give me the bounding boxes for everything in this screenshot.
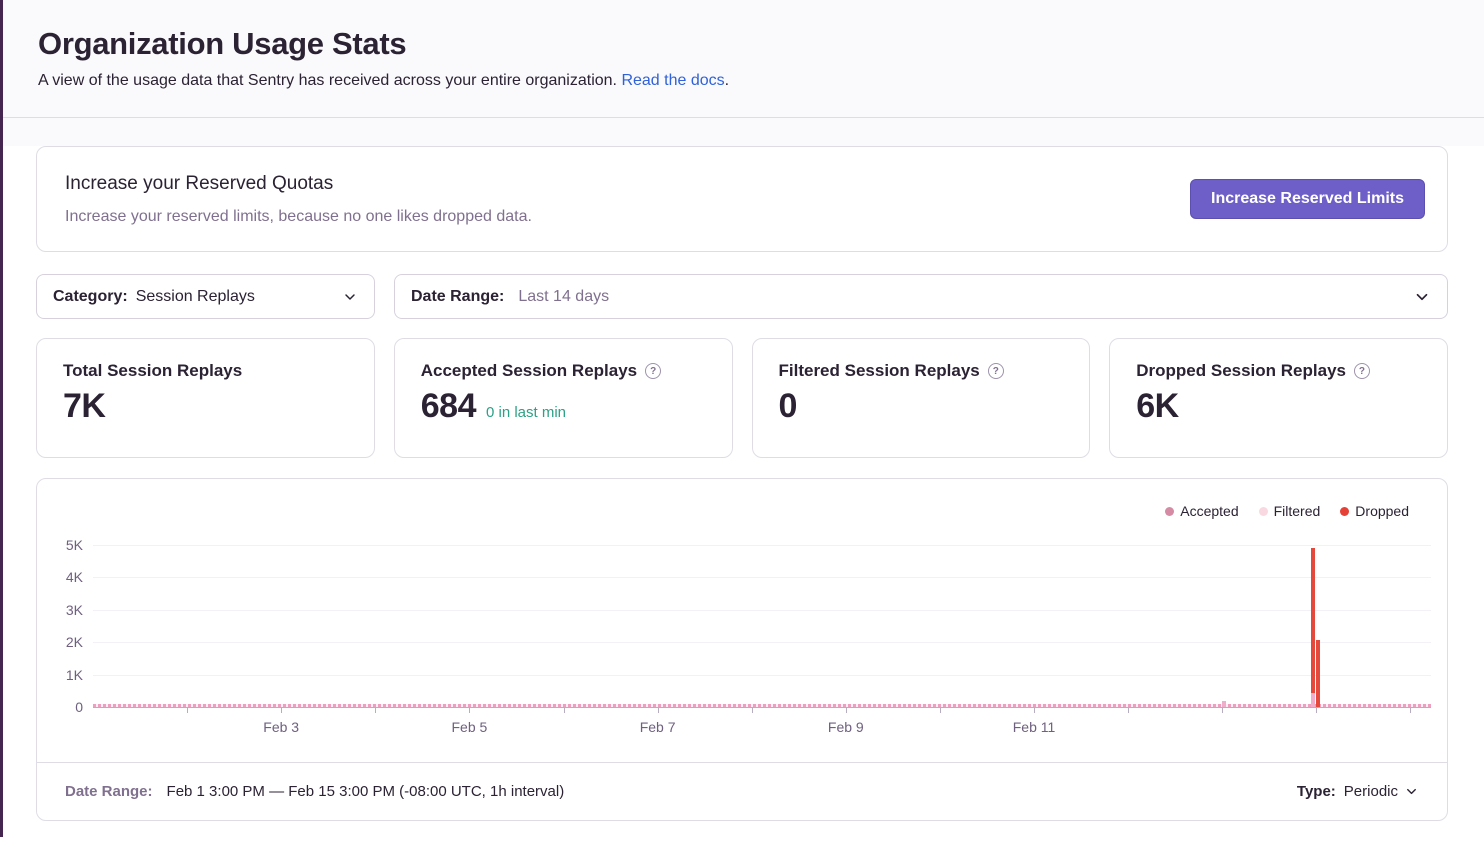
x-axis-tick bbox=[1222, 707, 1223, 713]
scorecard-value: 6K bbox=[1136, 387, 1178, 426]
x-axis-label: Feb 5 bbox=[451, 719, 487, 735]
y-axis-label: 2K bbox=[43, 634, 83, 650]
y-axis-label: 4K bbox=[43, 569, 83, 585]
x-axis-tick bbox=[1316, 707, 1317, 713]
main-content: Increase your Reserved Quotas Increase y… bbox=[0, 146, 1484, 847]
x-axis-tick bbox=[187, 707, 188, 713]
reserved-quotas-banner: Increase your Reserved Quotas Increase y… bbox=[36, 146, 1448, 252]
filtered-dot-icon bbox=[1259, 507, 1268, 516]
reserved-quotas-text: Increase your Reserved Quotas Increase y… bbox=[65, 173, 532, 226]
category-select-label: Category: bbox=[53, 288, 128, 306]
x-axis-label: Feb 11 bbox=[1013, 719, 1056, 735]
scorecard-accepted: Accepted Session Replays ? 684 0 in last… bbox=[394, 338, 733, 458]
x-axis-label: Feb 7 bbox=[640, 719, 676, 735]
chevron-down-icon bbox=[1404, 784, 1419, 799]
chart-footer: Date Range: Feb 1 3:00 PM — Feb 15 3:00 … bbox=[37, 762, 1447, 820]
help-icon[interactable]: ? bbox=[988, 363, 1004, 379]
scorecard-title: Dropped Session Replays bbox=[1136, 361, 1346, 381]
y-axis-label: 3K bbox=[43, 602, 83, 618]
scorecard-dropped: Dropped Session Replays ? 6K bbox=[1109, 338, 1448, 458]
sidebar-edge-line bbox=[0, 0, 3, 837]
x-axis-tick bbox=[1128, 707, 1129, 713]
y-axis-label: 5K bbox=[43, 537, 83, 553]
y-axis-label: 0 bbox=[43, 699, 83, 715]
footer-date-range-label: Date Range: bbox=[65, 783, 153, 800]
scorecard-value: 684 bbox=[421, 387, 476, 426]
x-axis-tick bbox=[281, 707, 282, 713]
x-axis-tick bbox=[564, 707, 565, 713]
legend-item-accepted[interactable]: Accepted bbox=[1165, 503, 1238, 519]
page-subtitle: A view of the usage data that Sentry has… bbox=[38, 72, 1446, 90]
scorecard-title: Total Session Replays bbox=[63, 361, 242, 381]
footer-type-label: Type: bbox=[1297, 783, 1336, 800]
scorecard-total: Total Session Replays 7K bbox=[36, 338, 375, 458]
dropped-bar bbox=[1311, 548, 1315, 693]
reserved-quotas-description: Increase your reserved limits, because n… bbox=[65, 208, 532, 226]
accepted-bar bbox=[1311, 693, 1315, 707]
help-icon[interactable]: ? bbox=[645, 363, 661, 379]
scorecard-filtered: Filtered Session Replays ? 0 bbox=[752, 338, 1091, 458]
category-select[interactable]: Category: Session Replays bbox=[36, 274, 375, 319]
gridline bbox=[93, 610, 1431, 611]
subtitle-text: A view of the usage data that Sentry has… bbox=[38, 72, 617, 89]
accepted-bar bbox=[1222, 701, 1226, 707]
x-axis-tick bbox=[469, 707, 470, 713]
x-axis-tick bbox=[1410, 707, 1411, 713]
scorecard-title: Accepted Session Replays bbox=[421, 361, 637, 381]
x-axis-tick bbox=[375, 707, 376, 713]
gridline bbox=[93, 642, 1431, 643]
chevron-down-icon bbox=[342, 289, 358, 305]
x-axis-tick bbox=[752, 707, 753, 713]
x-axis-tick bbox=[940, 707, 941, 713]
accepted-baseline-bars bbox=[93, 704, 1431, 707]
filters-row: Category: Session Replays Date Range: La… bbox=[36, 274, 1448, 319]
legend-label: Accepted bbox=[1180, 503, 1238, 519]
chart-plot-area: 0 1K 2K 3K 4K 5K Feb 3 Feb 5 Feb 7 Feb 9 Feb 11 bbox=[37, 479, 1447, 762]
page-title: Organization Usage Stats bbox=[38, 26, 1446, 62]
category-select-value: Session Replays bbox=[136, 288, 255, 306]
footer-date-range-value: Feb 1 3:00 PM — Feb 15 3:00 PM (-08:00 U… bbox=[167, 783, 565, 800]
x-axis-tick bbox=[658, 707, 659, 713]
scorecard-trend: 0 in last min bbox=[486, 404, 566, 421]
dropped-bar bbox=[1316, 640, 1320, 707]
reserved-quotas-title: Increase your Reserved Quotas bbox=[65, 173, 532, 195]
dropped-dot-icon bbox=[1340, 507, 1349, 516]
x-axis-tick bbox=[1034, 707, 1035, 713]
chart-legend: Accepted Filtered Dropped bbox=[1165, 503, 1409, 519]
accepted-dot-icon bbox=[1165, 507, 1174, 516]
gridline bbox=[93, 675, 1431, 676]
x-axis-label: Feb 3 bbox=[263, 719, 299, 735]
usage-chart-card: Accepted Filtered Dropped 0 1K 2K 3K 4K 5K Feb… bbox=[36, 478, 1448, 821]
x-axis-line bbox=[93, 707, 1431, 708]
x-axis-tick bbox=[846, 707, 847, 713]
chevron-down-icon bbox=[1413, 288, 1431, 306]
y-axis-label: 1K bbox=[43, 667, 83, 683]
footer-date-range: Date Range: Feb 1 3:00 PM — Feb 15 3:00 … bbox=[65, 783, 564, 800]
date-range-select[interactable]: Date Range: Last 14 days bbox=[394, 274, 1448, 319]
gridline bbox=[93, 545, 1431, 546]
x-axis-label: Feb 9 bbox=[828, 719, 864, 735]
increase-reserved-limits-button[interactable]: Increase Reserved Limits bbox=[1190, 179, 1425, 219]
legend-label: Filtered bbox=[1274, 503, 1321, 519]
scorecards-row: Total Session Replays 7K Accepted Sessio… bbox=[36, 338, 1448, 458]
help-icon[interactable]: ? bbox=[1354, 363, 1370, 379]
scorecard-title: Filtered Session Replays bbox=[779, 361, 980, 381]
date-range-select-value: Last 14 days bbox=[518, 288, 609, 306]
scorecard-value: 0 bbox=[779, 387, 797, 426]
footer-type-select[interactable]: Type: Periodic bbox=[1297, 783, 1419, 800]
footer-type-value: Periodic bbox=[1344, 783, 1398, 800]
legend-label: Dropped bbox=[1355, 503, 1409, 519]
legend-item-filtered[interactable]: Filtered bbox=[1259, 503, 1321, 519]
scorecard-value: 7K bbox=[63, 387, 105, 426]
read-the-docs-link[interactable]: Read the docs bbox=[621, 72, 724, 89]
subtitle-period: . bbox=[725, 72, 729, 89]
usage-chart: Accepted Filtered Dropped 0 1K 2K 3K 4K 5K Feb… bbox=[37, 479, 1447, 762]
page-header: Organization Usage Stats A view of the u… bbox=[0, 0, 1484, 118]
gridline bbox=[93, 577, 1431, 578]
legend-item-dropped[interactable]: Dropped bbox=[1340, 503, 1409, 519]
date-range-select-label: Date Range: bbox=[411, 288, 504, 306]
